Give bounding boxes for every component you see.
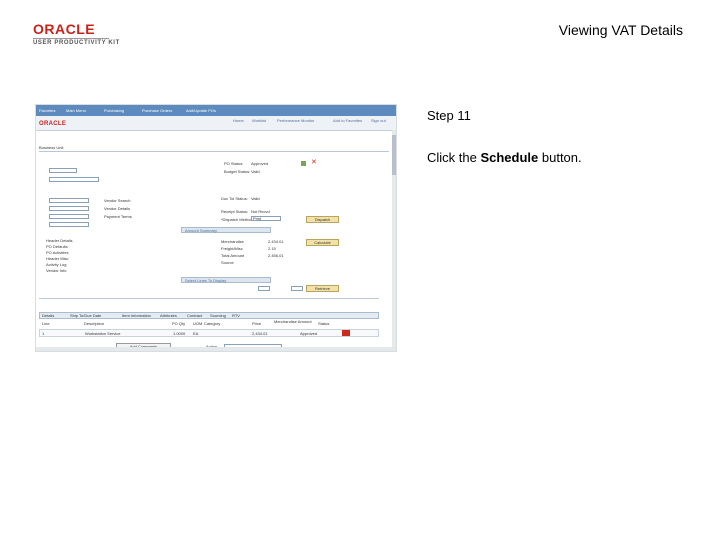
left-link-po-defaults[interactable]: PO Defaults (46, 244, 68, 249)
horizontal-scrollbar[interactable] (36, 347, 394, 351)
left-link-header-misc[interactable]: Header Misc (46, 256, 68, 261)
dispatch-method-select[interactable]: Print (251, 216, 281, 221)
row-price[interactable]: 2,434.01 (252, 331, 268, 336)
row-qty[interactable]: 1.0000 (173, 331, 185, 336)
budget-status-label: Budget Status: (224, 169, 251, 174)
grid-tabs: Details Ship To/Due Date Item Informatio… (39, 312, 379, 319)
divider (39, 298, 379, 299)
tab-contract[interactable]: Contract (187, 313, 202, 318)
status-check-icon[interactable] (301, 161, 306, 166)
slide-title: Viewing VAT Details (558, 22, 683, 38)
instruction-target: Schedule (480, 150, 539, 165)
retrieve-button[interactable]: Retrieve (306, 285, 339, 292)
cancel-x-icon[interactable]: ✕ (311, 159, 317, 166)
tab-details[interactable]: Details (42, 313, 54, 318)
total-value: 2,456.01 (268, 253, 284, 258)
amount-summary-header: Amount Summary (181, 227, 271, 233)
col-merchandise-amount: Merchandise Amount (274, 319, 312, 324)
link-performance[interactable]: Performance Monitor (277, 118, 314, 123)
oracle-upk-logo: ORACLE USER PRODUCTIVITY KIT (33, 22, 125, 48)
col-uom: UOM (193, 321, 203, 326)
page-label: Business Unit (39, 145, 64, 150)
logo-divider (33, 38, 109, 39)
nav-item-favorites[interactable]: Favorites (39, 108, 55, 113)
select-lines-header: Select Lines To Display (181, 277, 271, 283)
requester-input[interactable] (49, 198, 89, 203)
scrollbar-thumb[interactable] (392, 135, 396, 175)
tab-attributes[interactable]: Attributes (160, 313, 177, 318)
tab-item-information[interactable]: Item Information (122, 313, 151, 318)
instruction-prefix: Click the (427, 150, 481, 165)
col-description: Description (84, 321, 105, 326)
application-screenshot: Favorites Main Menu Purchasing Purchase … (35, 104, 397, 352)
receipt-status-value: Not Recvd (251, 209, 270, 214)
breadcrumb-nav: Favorites Main Menu Purchasing Purchase … (36, 105, 396, 116)
dispatch-button[interactable]: Dispatch (306, 216, 339, 223)
po-status-value: Approved (251, 161, 269, 166)
merchandise-label: Merchandise (221, 239, 244, 244)
link-signout[interactable]: Sign out (371, 118, 386, 123)
po-reference-input[interactable] (49, 214, 89, 219)
col-line: Line (42, 321, 50, 326)
instruction-text: Click the Schedule button. (427, 150, 582, 165)
line-to-input[interactable] (291, 286, 303, 291)
doc-tol-label: Doc Tol Status: (221, 196, 248, 201)
doc-tol-value: Valid (251, 196, 260, 201)
delete-row-icon[interactable] (342, 330, 350, 336)
table-row: 1 Workstation Service 1.0000 EA 2,434.01… (39, 329, 379, 337)
col-status: Status (318, 321, 330, 326)
tab-sourcing[interactable]: Sourcing (210, 313, 226, 318)
logo-tagline: USER PRODUCTIVITY KIT (33, 40, 120, 46)
nav-item-purchase-orders[interactable]: Purchase Orders (142, 108, 172, 113)
row-status: Approved (300, 331, 318, 336)
instruction-suffix: button. (538, 150, 582, 165)
dispatch-method-label: *Dispatch Method: (221, 217, 254, 222)
vendor-details-link[interactable]: Vendor Details (104, 206, 130, 211)
oracle-wordmark: ORACLE (33, 21, 96, 37)
po-status-label: PO Status: (224, 161, 244, 166)
nav-item-add-update-pos[interactable]: Add/Update POs (186, 108, 216, 113)
row-line: 1 (42, 331, 45, 336)
link-favorites[interactable]: Add to Favorites (333, 118, 362, 123)
budget-status-value: Valid (251, 169, 260, 174)
dispatch-method-value: Print (253, 216, 262, 221)
vendor-id-input[interactable] (49, 168, 77, 173)
left-link-vendor-info[interactable]: Vendor Info (46, 268, 66, 273)
left-link-po-activities[interactable]: PO Activities (46, 250, 68, 255)
nav-item-main-menu[interactable]: Main Menu (66, 108, 86, 113)
calculate-button[interactable]: Calculate (306, 239, 339, 246)
vendor-name-input[interactable] (49, 222, 89, 227)
freight-value: 2.15 (268, 246, 276, 251)
freight-label: Freight/Misc (221, 246, 243, 251)
tab-rtv[interactable]: RTV (232, 313, 240, 318)
row-description[interactable]: Workstation Service (85, 331, 121, 336)
tab-ship-to[interactable]: Ship To/Due Date (70, 313, 101, 318)
app-brand: ORACLE (39, 121, 67, 127)
vendor-select[interactable] (49, 177, 99, 182)
divider (39, 151, 389, 152)
step-label: Step 11 (427, 108, 471, 123)
col-price: Price (252, 321, 262, 326)
col-category: Category (204, 321, 221, 326)
link-home[interactable]: Home (233, 118, 244, 123)
col-po-qty: PO Qty (172, 321, 186, 326)
link-worklist[interactable]: Worklist (252, 118, 266, 123)
nav-item-purchasing[interactable]: Purchasing (104, 108, 124, 113)
total-label: Total Amount (221, 253, 245, 258)
payment-terms-link[interactable]: Payment Terms (104, 214, 132, 219)
receipt-status-label: Receipt Status: (221, 209, 249, 214)
source-label: Source (221, 260, 234, 265)
buyer-input[interactable] (49, 206, 89, 211)
line-from-input[interactable] (258, 286, 270, 291)
vendor-search-link[interactable]: Vendor Search (104, 198, 130, 203)
row-uom[interactable]: EA (193, 331, 198, 336)
left-link-header-details[interactable]: Header Details (46, 238, 72, 243)
merchandise-value: 2,434.01 (268, 239, 284, 244)
left-link-activity-log[interactable]: Activity Log (46, 262, 66, 267)
